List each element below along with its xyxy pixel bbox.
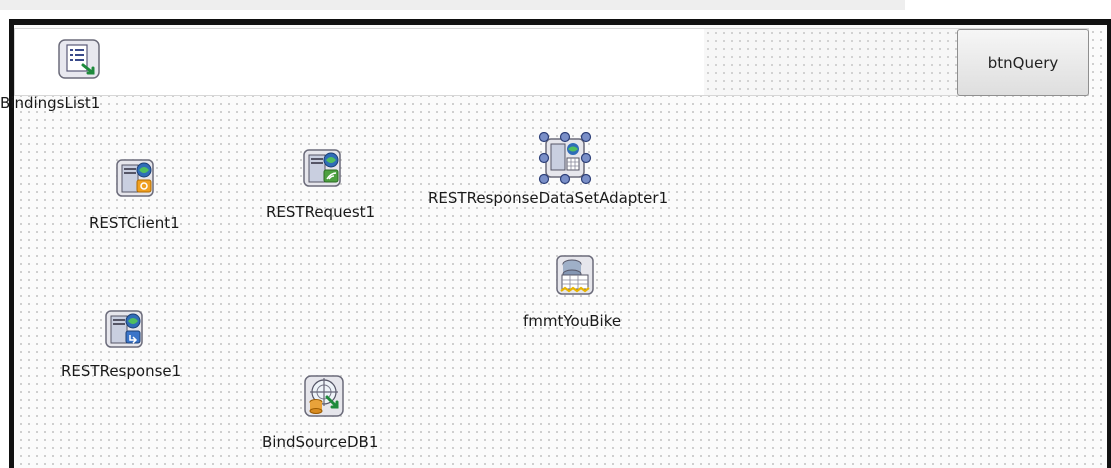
bindings-list-component[interactable]: [58, 39, 102, 81]
rest-adapter-label: RESTResponseDataSetAdapter1: [428, 189, 669, 207]
bindings-list-label: BindingsList1: [0, 94, 101, 112]
rest-response-icon: [105, 310, 143, 348]
bind-source-label: BindSourceDB1: [262, 433, 379, 451]
rest-dataset-adapter-icon: [538, 132, 592, 185]
bindings-list-icon: [58, 39, 100, 79]
bind-source-db-icon: [304, 375, 344, 417]
mem-table-component[interactable]: [556, 255, 596, 297]
rest-client-component[interactable]: [116, 158, 156, 200]
rest-client-icon: [116, 159, 154, 197]
mem-table-icon: [556, 255, 594, 295]
mem-table-label: fmmtYouBike: [523, 312, 622, 330]
rest-request-component[interactable]: [303, 148, 343, 190]
rest-response-label: RESTResponse1: [61, 362, 182, 380]
rest-request-label: RESTRequest1: [266, 203, 376, 221]
top-strip: [0, 0, 905, 10]
bind-source-component[interactable]: [304, 375, 346, 419]
btnquery-button[interactable]: btnQuery: [957, 29, 1089, 96]
rest-request-icon: [303, 149, 341, 187]
rest-adapter-component[interactable]: [538, 132, 594, 186]
rest-client-label: RESTClient1: [89, 214, 180, 232]
rest-response-component[interactable]: [105, 309, 145, 351]
